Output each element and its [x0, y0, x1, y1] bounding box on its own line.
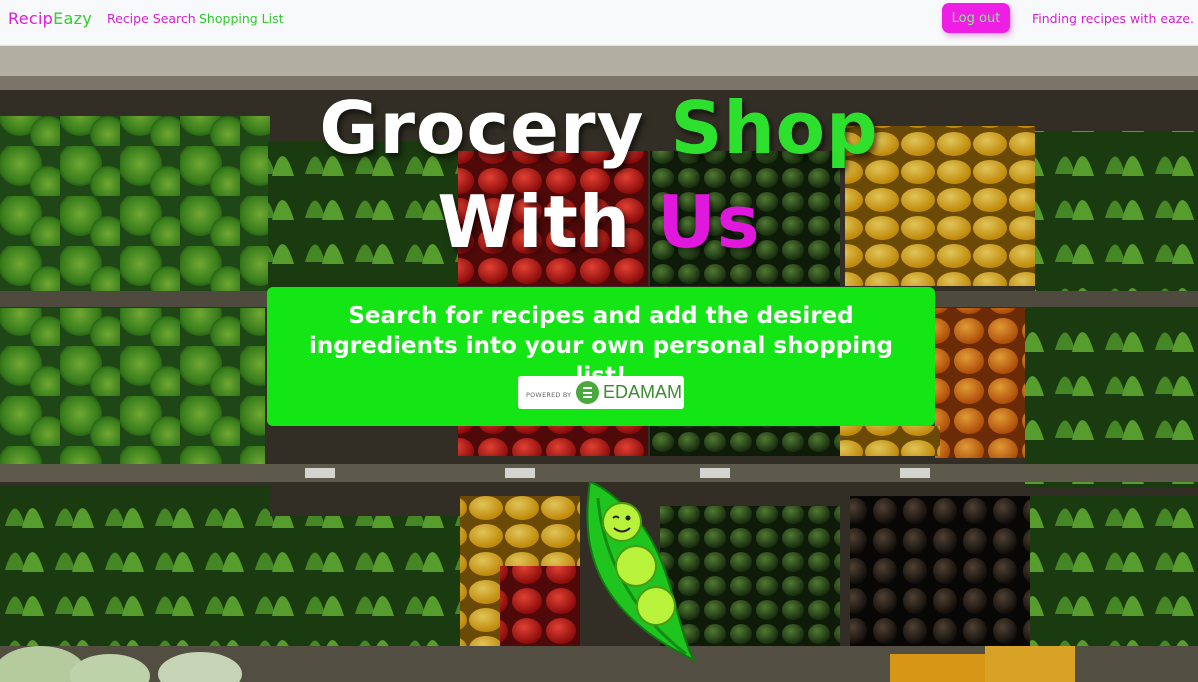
badge-edamam-name: EDAMAM [603, 382, 683, 402]
hero-heading-line2: With Us [0, 186, 1198, 258]
heading-word-grocery: Grocery [319, 86, 645, 170]
nav-link-recipe-search[interactable]: Recipe Search [107, 11, 196, 26]
edamam-badge[interactable]: POWERED BY EDAMAM [518, 376, 684, 409]
logout-button[interactable]: Log out [942, 3, 1010, 33]
brand-logo[interactable]: RecipEazy [8, 9, 92, 28]
brand-part2: Eazy [53, 9, 93, 28]
nav-link-shopping-list[interactable]: Shopping List [199, 11, 284, 26]
pea-mascot-icon [586, 480, 697, 663]
navbar: RecipEazy Recipe Search Shopping List Lo… [0, 0, 1198, 46]
heading-word-shop: Shop [670, 86, 879, 170]
info-card: Search for recipes and add the desired i… [267, 287, 935, 426]
heading-word-with: With [437, 180, 632, 264]
badge-powered-by: POWERED BY [526, 391, 572, 399]
navbar-tagline: Finding recipes with eaze. [1032, 11, 1194, 26]
edamam-logo-icon [576, 381, 599, 404]
hero-heading-line1: Grocery Shop [0, 92, 1198, 164]
brand-part1: Recip [8, 9, 54, 28]
heading-word-us: Us [657, 180, 761, 264]
